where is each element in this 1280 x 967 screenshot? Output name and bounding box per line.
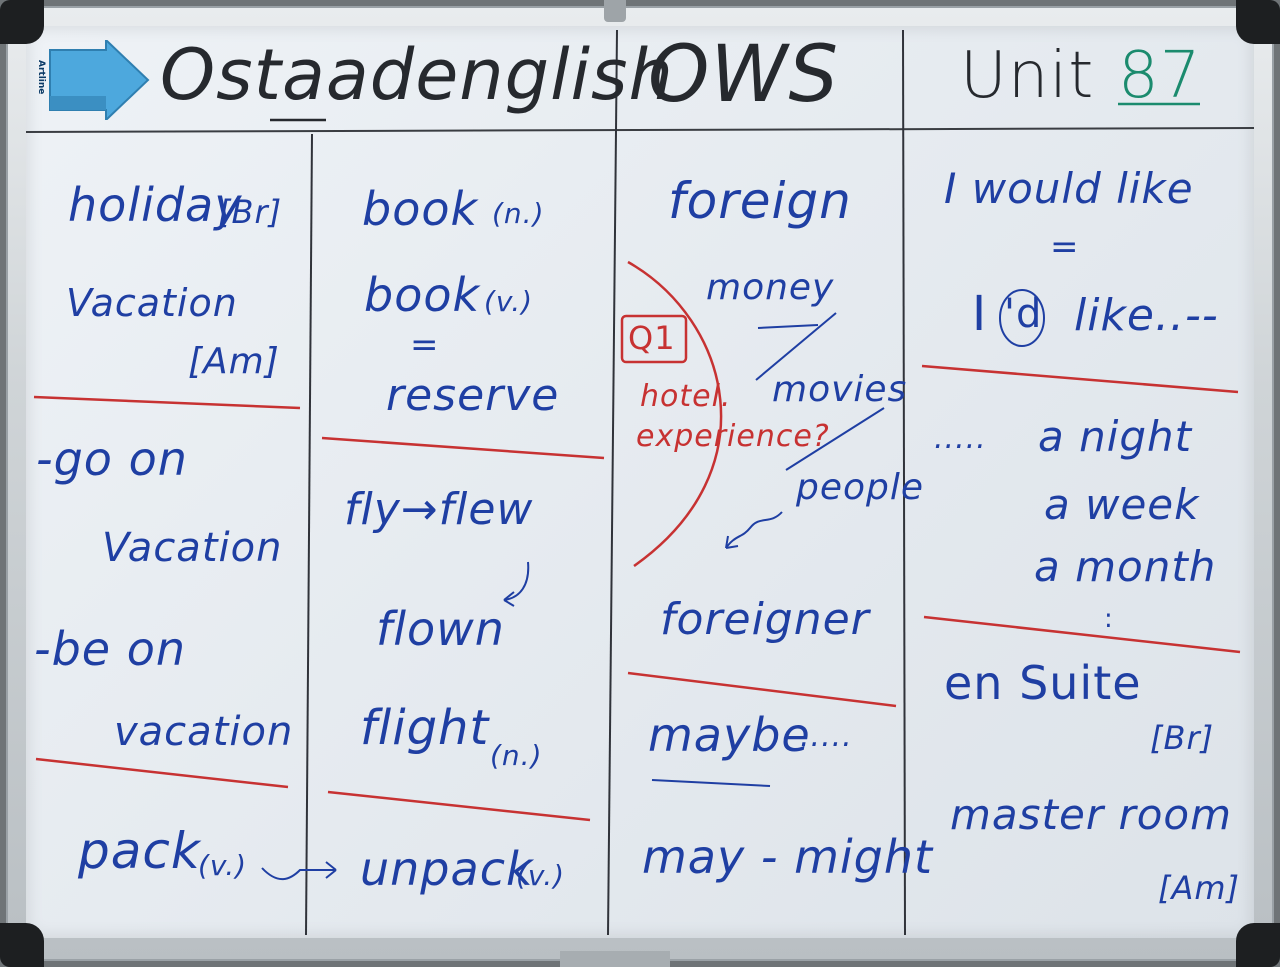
phrase-a-month: a month xyxy=(1034,542,1217,591)
word-movies: movies xyxy=(772,369,908,410)
red-divider xyxy=(627,671,897,708)
tag-noun: (n.) xyxy=(490,739,543,772)
whiteboard: Artline Ostaadenglish OWS Unit 87 holida… xyxy=(0,0,1280,967)
question-tag: Q1 xyxy=(628,319,676,357)
equals-sign: = xyxy=(410,325,440,365)
tag-am: [Am] xyxy=(188,341,280,382)
word-money: money xyxy=(706,267,835,308)
word-vacation: Vacation xyxy=(66,281,238,325)
underline xyxy=(651,779,771,787)
word-foreigner: foreigner xyxy=(660,594,870,645)
word-pack: pack xyxy=(78,822,201,880)
word-people: people xyxy=(796,467,925,508)
word-flown: flown xyxy=(376,602,505,656)
red-divider xyxy=(327,790,591,822)
eraser-icon[interactable] xyxy=(44,40,150,120)
unit-label: Unit xyxy=(960,39,1095,113)
tag-verb: (v.) xyxy=(484,285,534,318)
red-divider xyxy=(921,364,1239,394)
phrase-vacation: vacation xyxy=(114,709,294,755)
header-divider xyxy=(25,127,1255,133)
course-title: OWS xyxy=(648,30,840,120)
word-experience: experience? xyxy=(636,419,830,454)
tag-br: [Br] xyxy=(1150,719,1215,757)
vertical-dots: : xyxy=(1104,604,1114,634)
tag-noun: (n.) xyxy=(492,197,545,230)
word-hotel: hotel. xyxy=(640,379,732,414)
unit-number: 87 xyxy=(1118,39,1202,113)
equals-sign: = xyxy=(1050,227,1080,267)
phrase-a-week: a week xyxy=(1044,480,1200,529)
word-book-verb: book xyxy=(364,268,481,322)
verb-forms-fly: fly→flew xyxy=(344,484,534,535)
brand-title: Ostaadenglish xyxy=(160,34,674,116)
red-divider xyxy=(33,395,301,410)
word-holiday: holiday xyxy=(68,178,243,232)
contraction-d: 'd xyxy=(1004,291,1043,337)
word-book-noun: book xyxy=(362,182,479,236)
curved-arrow xyxy=(503,561,530,601)
phrase-may-might: may - might xyxy=(642,830,934,884)
word-flight: flight xyxy=(360,700,490,756)
phrase-go-on: -go on xyxy=(36,432,188,486)
phrase-master-room: master room xyxy=(950,790,1233,839)
phrase-i-would-like: I would like xyxy=(944,164,1194,213)
arrow xyxy=(261,867,336,881)
curly-arrow xyxy=(725,511,783,549)
word-reserve: reserve xyxy=(386,370,560,421)
word-unpack: unpack xyxy=(360,842,534,896)
red-divider xyxy=(923,615,1241,654)
tag-verb: (v.) xyxy=(516,859,566,892)
red-divider xyxy=(35,757,289,789)
contraction-i: I xyxy=(972,286,988,342)
phrase-a-night: a night xyxy=(1038,412,1193,461)
column-divider-1 xyxy=(305,133,313,936)
word-foreign: foreign xyxy=(668,172,852,230)
tag-am: [Am] xyxy=(1158,869,1241,907)
word-maybe: maybe xyxy=(648,708,811,762)
tag-verb: (v.) xyxy=(198,849,248,882)
red-divider xyxy=(321,436,605,460)
tag-br: [Br] xyxy=(218,193,283,231)
blank-dots: ..... xyxy=(934,421,987,456)
column-divider-2 xyxy=(607,29,618,936)
word-like: like..-- xyxy=(1074,290,1219,341)
blank-dots: ..... xyxy=(800,719,853,754)
eraser-brand: Artline xyxy=(36,60,46,95)
word-en-suite: en Suite xyxy=(944,656,1142,710)
phrase-be-on: -be on xyxy=(34,622,187,676)
phrase-vacation: Vacation xyxy=(102,525,283,571)
underline xyxy=(757,324,819,329)
